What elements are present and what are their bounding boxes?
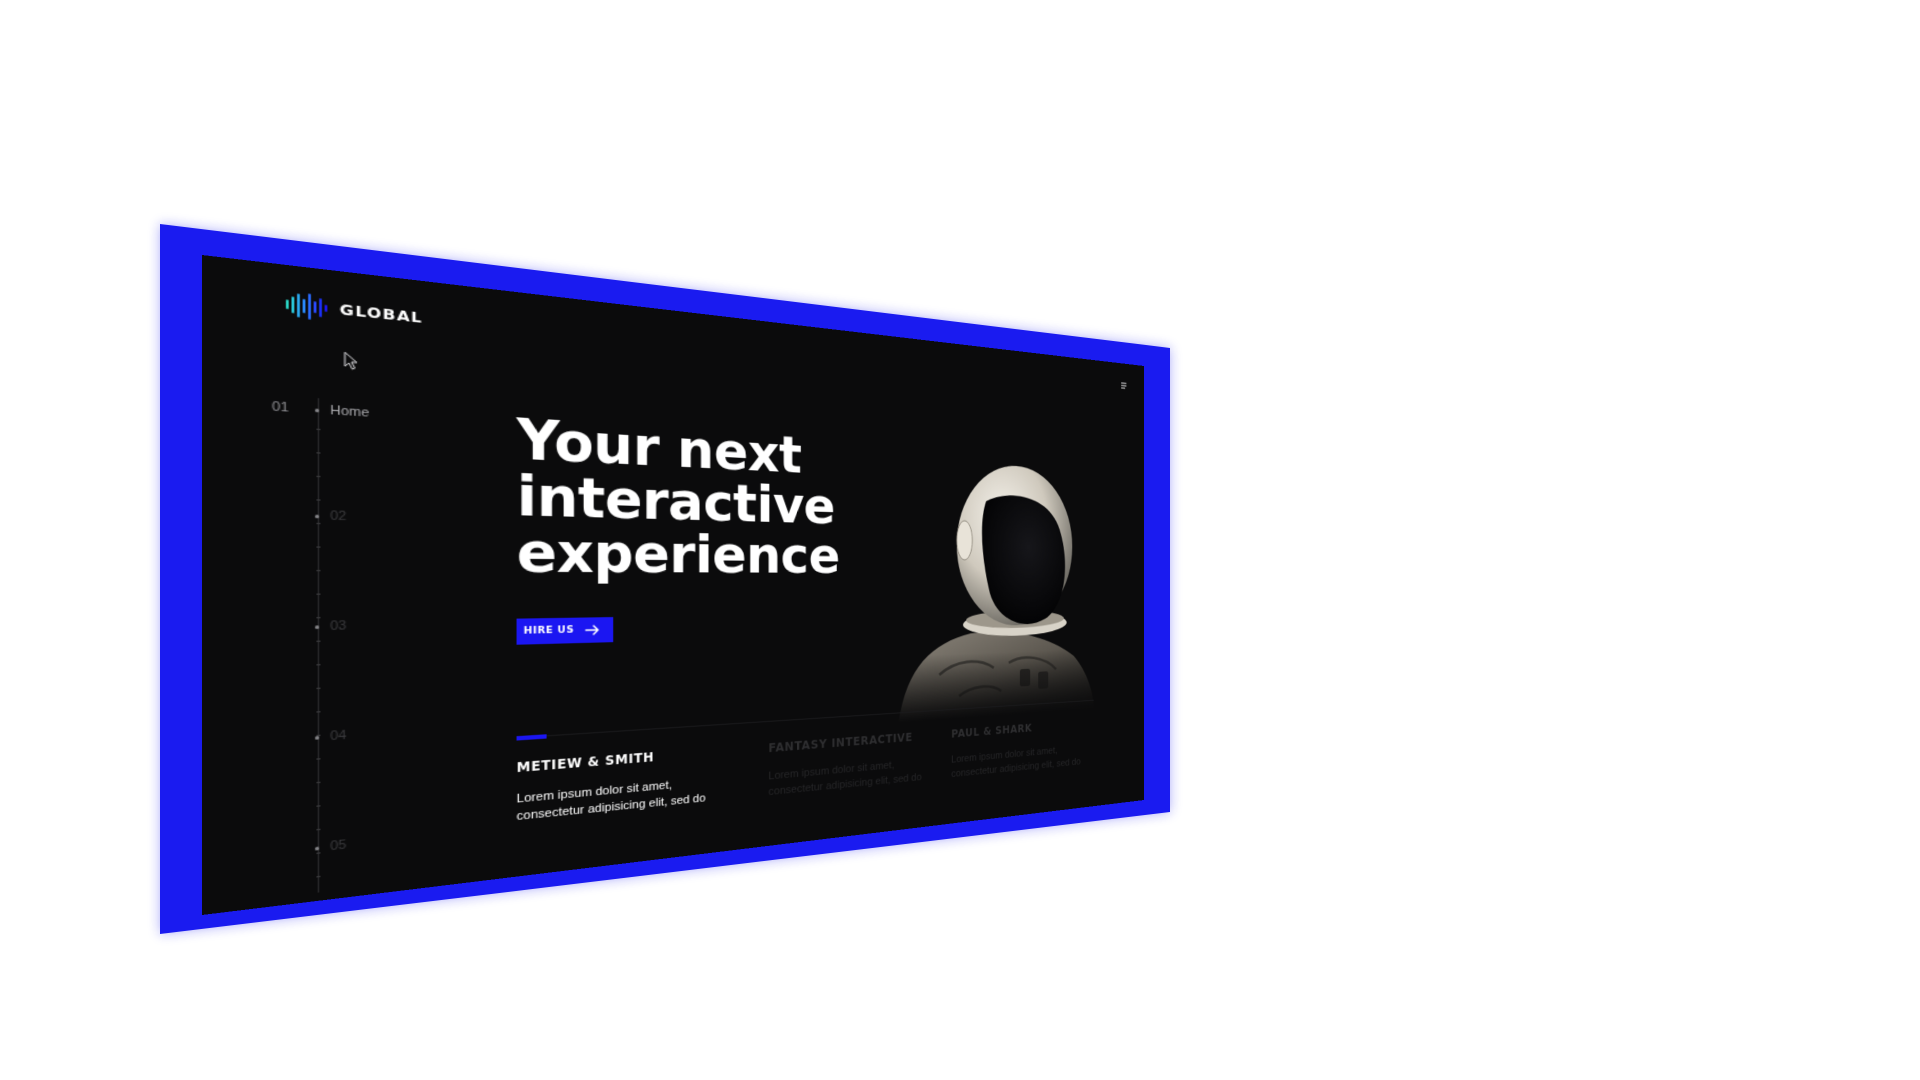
arrow-right-icon — [585, 625, 600, 636]
client-card-title: PAUL & SHARK — [951, 721, 1033, 741]
astronaut-photo — [881, 455, 1098, 724]
section-label: 03 — [330, 619, 347, 634]
logo-text: GLOBAL — [339, 300, 423, 327]
section-nav-tick — [316, 617, 321, 619]
section-label: Home — [330, 403, 370, 421]
website-screen: GLOBAL 01 Home 02 03 04 05 Your next int… — [202, 255, 1145, 915]
section-nav-tick — [316, 664, 321, 666]
section-nav-tick — [316, 570, 321, 572]
client-card-1[interactable]: METIEW & SMITH Lorem ipsum dolor sit ame… — [517, 744, 731, 825]
section-nav-item-home[interactable]: 01 Home — [272, 400, 369, 420]
section-label: 02 — [330, 509, 347, 524]
section-label: 05 — [330, 837, 347, 854]
client-card-title: FANTASY INTERACTIVE — [768, 730, 913, 756]
section-nav-tick — [316, 428, 321, 431]
section-nav-tick — [316, 781, 321, 784]
section-nav-item-03[interactable]: 03 — [272, 619, 347, 635]
hire-us-button[interactable]: HIRE US — [516, 617, 614, 645]
section-nav-item-05[interactable]: 05 — [272, 838, 347, 860]
section-nav-tick — [316, 758, 321, 760]
section-dot — [315, 624, 320, 629]
mouse-pointer-icon — [344, 351, 360, 371]
section-nav-item-04[interactable]: 04 — [272, 729, 347, 748]
client-card-title: METIEW & SMITH — [516, 749, 655, 776]
hamburger-menu-icon[interactable] — [1120, 381, 1127, 390]
section-number — [272, 849, 311, 853]
client-card-text: Lorem ipsum dolor sit amet, consectetur … — [516, 779, 706, 824]
section-nav-tick — [316, 522, 321, 525]
client-card-3[interactable]: PAUL & SHARK Lorem ipsum dolor sit amet,… — [951, 717, 1097, 782]
section-dot — [315, 407, 320, 412]
section-number — [272, 515, 311, 516]
section-nav-line — [317, 398, 320, 893]
section-nav-tick — [316, 546, 321, 548]
client-card-text: Lorem ipsum dolor sit amet, consectetur … — [951, 745, 1081, 780]
hero-title: Your next interactive experience — [516, 407, 859, 586]
section-nav-tick — [316, 711, 321, 713]
section-dot — [315, 845, 320, 850]
client-card-2[interactable]: FANTASY INTERACTIVE Lorem ipsum dolor si… — [768, 729, 941, 800]
section-nav-item-02[interactable]: 02 — [272, 508, 347, 524]
section-nav: 01 Home 02 03 04 05 — [272, 395, 432, 898]
slider-progress — [516, 734, 547, 741]
soundwave-logo-icon — [285, 291, 328, 321]
hire-us-label: HIRE US — [523, 625, 575, 637]
section-nav-tick — [316, 452, 321, 454]
section-nav-tick — [316, 640, 321, 642]
section-label: 04 — [330, 728, 347, 744]
section-nav-tick — [316, 828, 321, 831]
section-number — [272, 627, 311, 628]
section-dot — [315, 514, 320, 518]
section-number — [272, 738, 311, 740]
stage: GLOBAL 01 Home 02 03 04 05 Your next int… — [0, 0, 1920, 1080]
section-nav-tick — [316, 805, 321, 807]
client-card-text: Lorem ipsum dolor sit amet, consectetur … — [768, 759, 922, 799]
section-nav-tick — [316, 475, 321, 478]
section-dot — [315, 735, 320, 740]
section-number: 01 — [271, 399, 290, 416]
section-nav-tick — [316, 687, 321, 690]
hero-title-line-3: experience — [516, 520, 840, 586]
section-nav-tick — [316, 499, 321, 501]
section-nav-tick — [316, 593, 321, 595]
logo[interactable]: GLOBAL — [285, 291, 423, 331]
section-nav-tick — [316, 875, 321, 878]
